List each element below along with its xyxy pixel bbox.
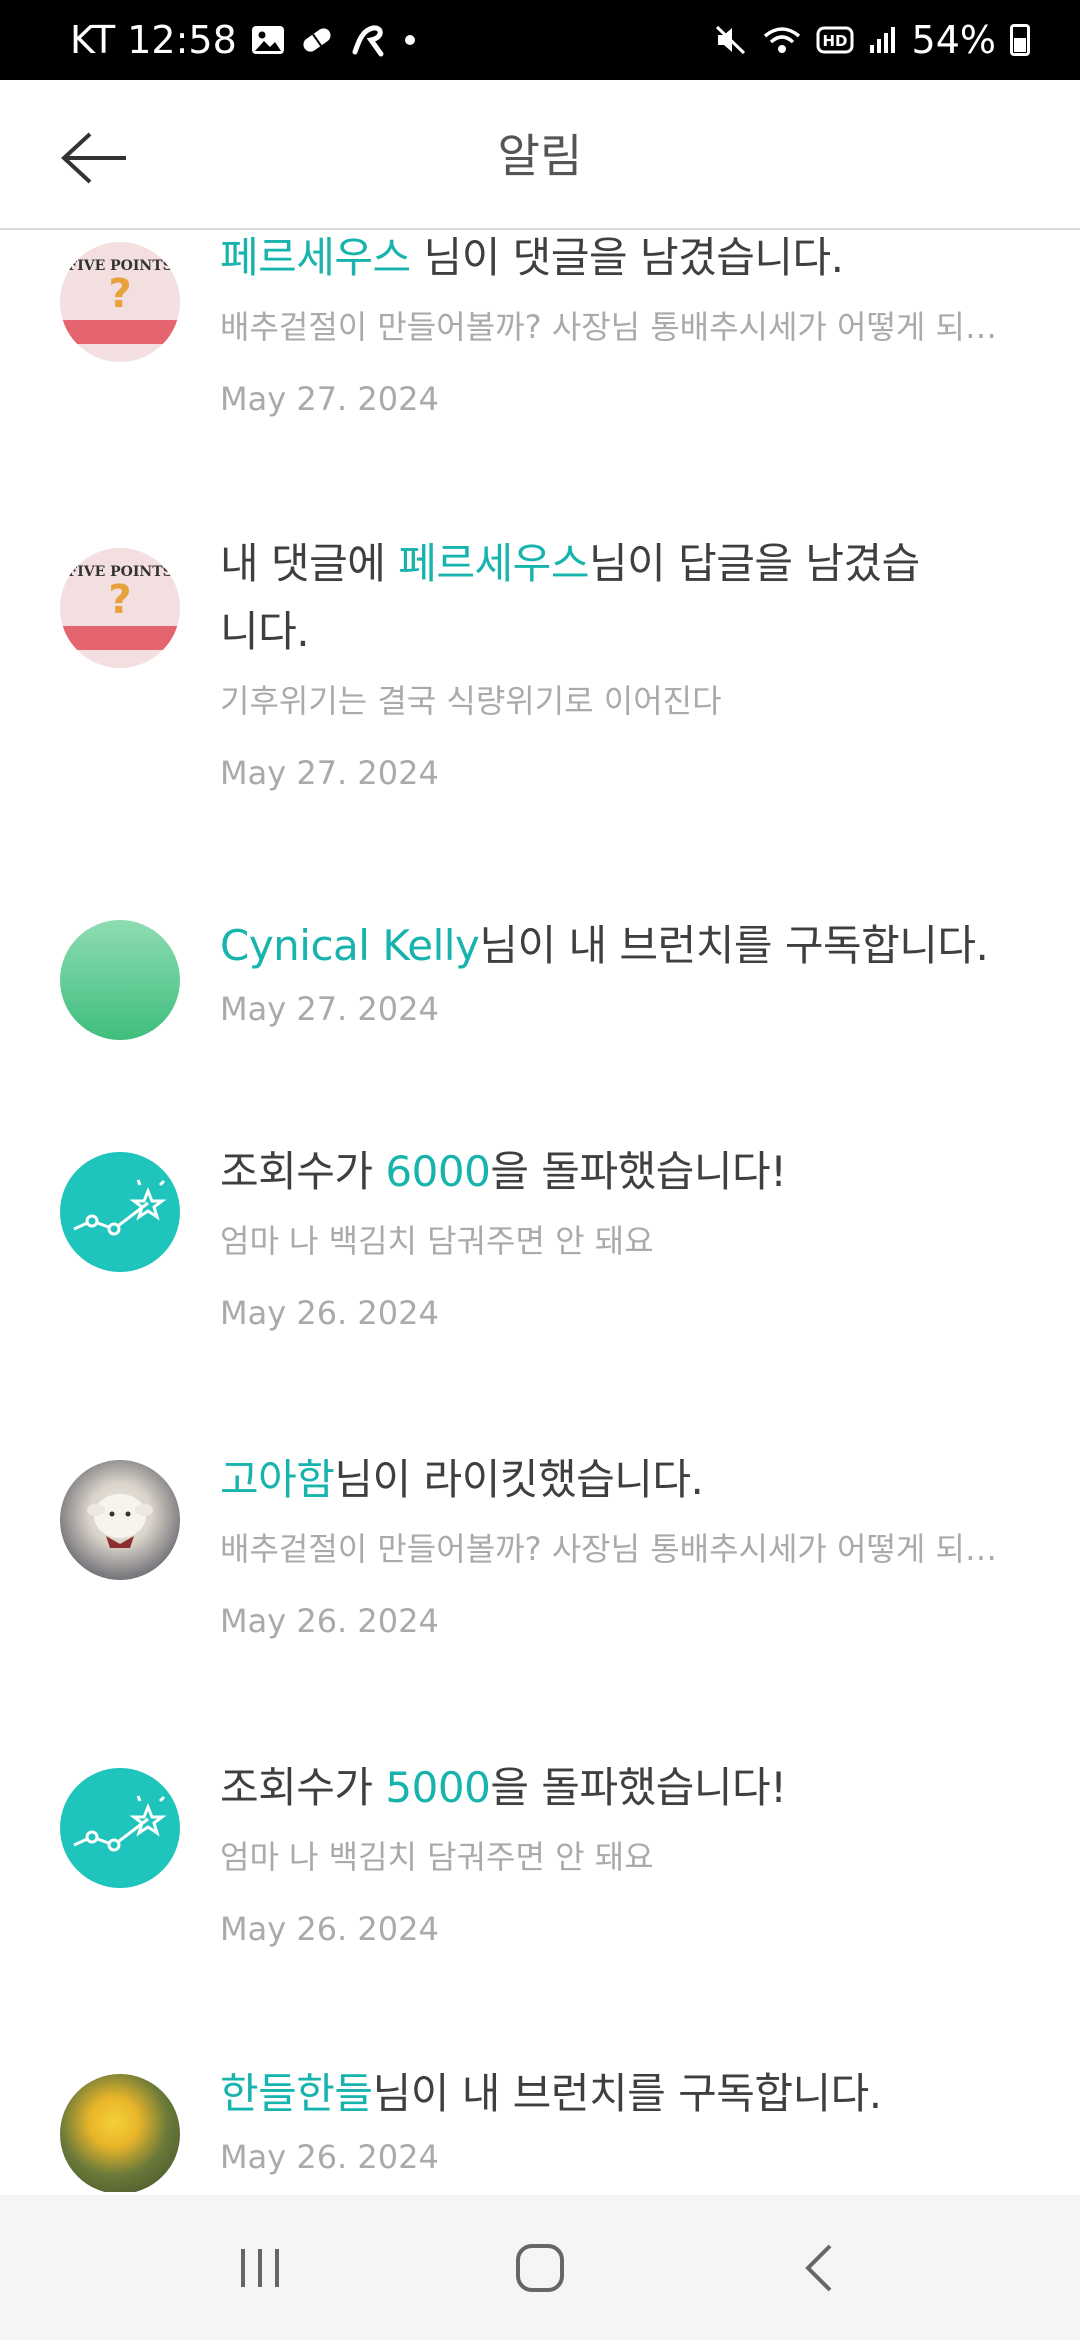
pill-icon: [299, 25, 335, 55]
wifi-icon: [762, 24, 802, 56]
book-cover-band: [60, 320, 180, 344]
notification-snippet: 엄마 나 백김치 담궈주면 안 돼요: [220, 1222, 654, 1260]
notification-snippet: 배추겉절이 만들어볼까? 사장님 통배추시세가 어떻게 되나요: [220, 1530, 1020, 1568]
notification-title: 고아함님이 라이킷했습니다.: [220, 1455, 704, 1504]
question-mark-icon: ?: [108, 271, 132, 317]
recents-icon: [241, 2248, 279, 2287]
app-bar: 알림: [0, 80, 1080, 230]
avatar: [60, 1152, 180, 1272]
mute-icon: [714, 24, 748, 56]
carrier-time: KT 12:58: [70, 18, 237, 62]
image-icon: [251, 25, 285, 55]
signal-icon: [868, 25, 898, 55]
avatar: [60, 920, 180, 1040]
lamb-plush-icon: [87, 1494, 153, 1548]
notification-title: 조회수가 6000을 돌파했습니다!: [220, 1147, 787, 1196]
notification-title: 한들한들님이 내 브런치를 구독합니다.: [220, 2069, 882, 2118]
notification-title: 조회수가 5000을 돌파했습니다!: [220, 1763, 787, 1812]
chevron-left-icon: [805, 2244, 832, 2291]
user-name-link[interactable]: 한들한들: [220, 2069, 373, 2118]
user-name-link[interactable]: 페르세우스: [220, 233, 411, 282]
notification-title: 내 댓글에 페르세우스님이 답글을 남겼습니다.: [220, 539, 920, 656]
battery-percent: 54%: [911, 18, 996, 62]
user-name-link[interactable]: 고아함: [220, 1455, 335, 1504]
home-button[interactable]: [495, 2223, 585, 2313]
notification-date: May 27. 2024: [220, 380, 439, 418]
notification-title: Cynical Kelly님이 내 브런치를 구독합니다.: [220, 921, 989, 970]
notification-snippet: 기후위기는 결국 식량위기로 이어진다: [220, 682, 722, 720]
avatar: [60, 1768, 180, 1888]
avatar: FIVE POINTS ?: [60, 242, 180, 362]
user-name-link[interactable]: 페르세우스: [398, 539, 589, 588]
battery-icon: [1010, 24, 1030, 56]
book-cover-band: [60, 626, 180, 650]
user-name-link[interactable]: Cynical Kelly: [220, 921, 480, 970]
app-r-icon: [349, 22, 389, 58]
notification-date: May 27. 2024: [220, 754, 439, 792]
avatar: FIVE POINTS ?: [60, 548, 180, 668]
notification-date: May 26. 2024: [220, 1294, 439, 1332]
recent-apps-button[interactable]: [215, 2223, 305, 2313]
notification-list[interactable]: FIVE POINTS ? 페르세우스 님이 댓글을 남겼습니다. 배추겉절이 …: [0, 232, 1080, 2192]
status-bar: KT 12:58 HD 54%: [0, 0, 1080, 80]
notification-snippet: 배추겉절이 만들어볼까? 사장님 통배추시세가 어떻게 되나요: [220, 308, 1020, 346]
home-icon: [516, 2243, 564, 2292]
svg-text:HD: HD: [822, 32, 847, 50]
system-nav-bar: [0, 2195, 1080, 2340]
notification-title: 페르세우스 님이 댓글을 남겼습니다.: [220, 233, 844, 282]
page-title: 알림: [497, 129, 583, 183]
hd-icon: HD: [816, 25, 854, 55]
question-mark-icon: ?: [108, 577, 132, 623]
views-graph-icon: [73, 1179, 167, 1236]
view-count: 6000: [385, 1147, 491, 1196]
dot-icon: [403, 33, 417, 47]
notification-date: May 27. 2024: [220, 990, 439, 1028]
notification-snippet: 엄마 나 백김치 담궈주면 안 돼요: [220, 1838, 654, 1876]
notification-date: May 26. 2024: [220, 1602, 439, 1640]
avatar: [60, 2074, 180, 2192]
notification-date: May 26. 2024: [220, 1910, 439, 1948]
avatar: [60, 1460, 180, 1580]
system-back-button[interactable]: [775, 2223, 865, 2313]
notification-date: May 26. 2024: [220, 2138, 439, 2176]
views-graph-icon: [73, 1795, 167, 1852]
view-count: 5000: [385, 1763, 491, 1812]
